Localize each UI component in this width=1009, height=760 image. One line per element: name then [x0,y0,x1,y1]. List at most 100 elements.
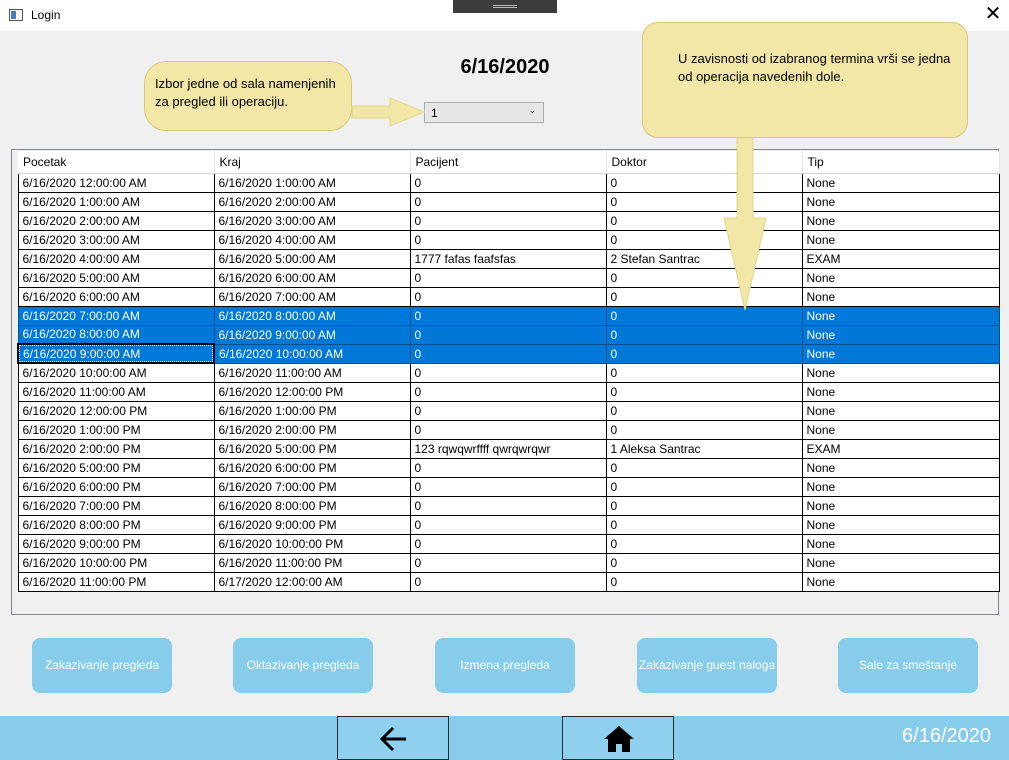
table-row[interactable]: 6/16/2020 9:00:00 PM 6/16/2020 10:00:00 P… [17,533,1000,554]
table-row[interactable]: 6/16/2020 8:00:00 AM 6/16/2020 9:00:00 AM… [17,324,1000,345]
table-cell[interactable]: 6/16/2020 8:00:00 AM [213,305,411,326]
table-cell[interactable]: 6/16/2020 9:00:00 PM [17,533,215,554]
table-cell[interactable]: 6/16/2020 10:00:00 AM [213,343,411,364]
table-row[interactable]: 6/16/2020 12:00:00 AM 6/16/2020 1:00:00 A… [17,172,1000,193]
table-cell[interactable]: 6/16/2020 2:00:00 AM [213,191,411,212]
table-cell[interactable]: 6/16/2020 7:00:00 PM [213,476,411,497]
table-cell[interactable]: None [801,172,1000,193]
table-cell[interactable]: 6/16/2020 6:00:00 AM [17,286,215,307]
table-cell[interactable]: 6/16/2020 7:00:00 PM [17,495,215,516]
table-cell[interactable]: None [801,533,1000,554]
table-cell[interactable]: 0 [605,381,803,402]
table-cell[interactable]: 6/16/2020 5:00:00 PM [213,438,411,459]
cancel-exam-button[interactable]: Oktazivanje pregleda [233,638,373,693]
table-row[interactable]: 6/16/2020 5:00:00 PM 6/16/2020 6:00:00 PM… [17,457,1000,478]
column-header[interactable]: Doktor [606,151,803,174]
table-cell[interactable]: 6/16/2020 5:00:00 AM [17,267,215,288]
table-cell[interactable]: 0 [409,172,607,193]
table-cell[interactable]: 0 [605,552,803,573]
table-cell[interactable]: None [801,267,1000,288]
table-row[interactable]: 6/16/2020 5:00:00 AM 6/16/2020 6:00:00 AM… [17,267,1000,288]
table-cell[interactable]: 0 [409,210,607,231]
table-row[interactable]: 6/16/2020 1:00:00 PM 6/16/2020 2:00:00 PM… [17,419,1000,440]
table-row[interactable]: 6/16/2020 10:00:00 PM 6/16/2020 11:00:00 … [17,552,1000,573]
column-header[interactable]: Pacijent [410,151,607,174]
table-cell[interactable]: 6/16/2020 6:00:00 PM [17,476,215,497]
table-cell[interactable]: 0 [409,514,607,535]
table-cell[interactable]: 6/16/2020 5:00:00 AM [213,248,411,269]
table-cell[interactable]: 6/16/2020 1:00:00 AM [213,172,411,193]
table-cell[interactable]: 6/16/2020 3:00:00 AM [213,210,411,231]
table-cell[interactable]: None [801,457,1000,478]
table-cell[interactable]: 6/16/2020 8:00:00 AM [17,324,215,345]
table-cell[interactable]: 6/16/2020 4:00:00 AM [213,229,411,250]
table-cell[interactable]: 0 [409,571,607,592]
table-row[interactable]: 6/16/2020 7:00:00 AM 6/16/2020 8:00:00 AM… [17,305,1000,326]
table-cell[interactable]: 6/16/2020 4:00:00 AM [17,248,215,269]
table-row[interactable]: 6/16/2020 9:00:00 AM 6/16/2020 10:00:00 A… [17,343,1000,364]
table-cell[interactable]: 6/16/2020 12:00:00 AM [17,172,215,193]
table-cell[interactable]: None [801,476,1000,497]
home-button[interactable] [562,716,674,760]
table-cell[interactable]: 0 [605,210,803,231]
room-select[interactable]: 1 ⌄ [424,102,544,123]
schedule-guest-button[interactable]: Zakazivanje guest naloga [637,638,777,693]
table-cell[interactable]: 6/16/2020 3:00:00 AM [17,229,215,250]
table-cell[interactable]: 6/16/2020 6:00:00 AM [213,267,411,288]
table-cell[interactable]: 6/16/2020 10:00:00 AM [17,362,215,383]
table-cell[interactable]: 2 Stefan Santrac [605,248,803,269]
table-cell[interactable]: 6/16/2020 11:00:00 PM [213,552,411,573]
table-cell[interactable]: 6/16/2020 11:00:00 AM [17,381,215,402]
table-cell[interactable]: EXAM [801,438,1000,459]
table-cell[interactable]: 0 [605,457,803,478]
table-cell[interactable]: None [801,210,1000,231]
table-row[interactable]: 6/16/2020 4:00:00 AM 6/16/2020 5:00:00 AM… [17,248,1000,269]
back-button[interactable] [337,716,449,760]
table-cell[interactable]: 0 [409,495,607,516]
table-cell[interactable]: 0 [605,172,803,193]
table-cell[interactable]: 6/17/2020 12:00:00 AM [213,571,411,592]
table-cell[interactable]: 0 [409,229,607,250]
table-cell[interactable]: 0 [605,229,803,250]
table-cell[interactable]: 6/16/2020 9:00:00 PM [213,514,411,535]
table-cell[interactable]: 0 [409,419,607,440]
table-cell[interactable]: 0 [605,305,803,326]
table-cell[interactable]: 6/16/2020 2:00:00 PM [213,419,411,440]
table-cell[interactable]: 0 [409,286,607,307]
table-cell[interactable]: None [801,362,1000,383]
table-cell[interactable]: None [801,305,1000,326]
table-cell[interactable]: 0 [409,457,607,478]
table-cell[interactable]: 0 [409,552,607,573]
table-cell[interactable]: 0 [605,476,803,497]
table-cell[interactable]: 123 rqwqwrffff qwrqwrqwr [409,438,607,459]
table-cell[interactable]: 6/16/2020 1:00:00 PM [17,419,215,440]
table-cell[interactable]: None [801,495,1000,516]
table-row[interactable]: 6/16/2020 2:00:00 AM 6/16/2020 3:00:00 AM… [17,210,1000,231]
table-cell[interactable]: 0 [605,419,803,440]
table-cell[interactable]: 6/16/2020 1:00:00 AM [17,191,215,212]
table-cell[interactable]: 0 [409,533,607,554]
table-cell[interactable]: None [801,229,1000,250]
table-cell[interactable]: 0 [409,362,607,383]
table-cell[interactable]: 0 [605,324,803,345]
table-cell[interactable]: 0 [605,286,803,307]
appointments-grid[interactable]: Pocetak Kraj Pacijent Doktor Tip 6/16/20… [11,149,1000,615]
table-row[interactable]: 6/16/2020 6:00:00 AM 6/16/2020 7:00:00 AM… [17,286,1000,307]
table-cell[interactable]: 6/16/2020 9:00:00 AM [213,324,411,345]
table-cell[interactable]: 0 [409,267,607,288]
table-cell[interactable]: 0 [409,476,607,497]
table-cell[interactable]: 0 [409,191,607,212]
table-cell[interactable]: 6/16/2020 2:00:00 PM [17,438,215,459]
table-cell[interactable]: 6/16/2020 6:00:00 PM [213,457,411,478]
table-cell[interactable]: None [801,191,1000,212]
table-cell[interactable]: 6/16/2020 9:00:00 AM [17,343,215,364]
table-cell[interactable]: 0 [605,267,803,288]
table-cell[interactable]: 0 [409,324,607,345]
table-row[interactable]: 6/16/2020 8:00:00 PM 6/16/2020 9:00:00 PM… [17,514,1000,535]
table-row[interactable]: 6/16/2020 11:00:00 AM 6/16/2020 12:00:00 … [17,381,1000,402]
table-row[interactable]: 6/16/2020 7:00:00 PM 6/16/2020 8:00:00 PM… [17,495,1000,516]
column-header[interactable]: Pocetak [18,151,215,174]
table-row[interactable]: 6/16/2020 2:00:00 PM 6/16/2020 5:00:00 PM… [17,438,1000,459]
table-cell[interactable]: 6/16/2020 2:00:00 AM [17,210,215,231]
close-button[interactable]: ✕ [980,4,1006,26]
